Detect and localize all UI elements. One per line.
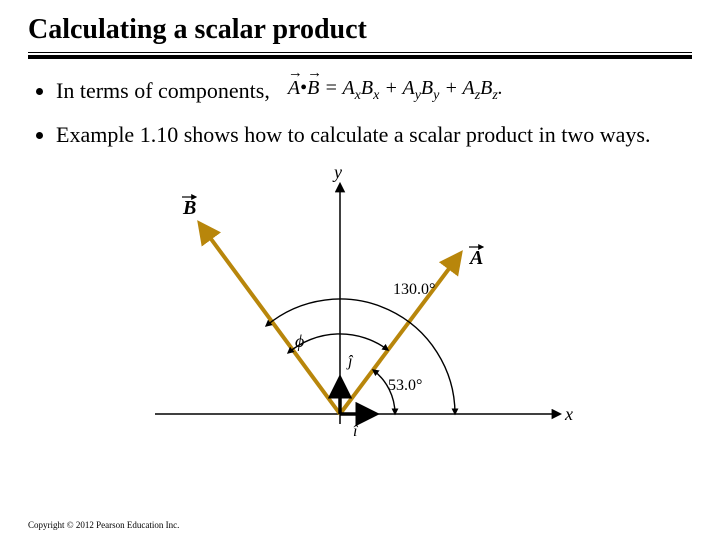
angle-53-label: 53.0°	[388, 377, 422, 394]
vector-diagram: x y A B î ĵ 53.0° ϕ	[140, 164, 580, 464]
unit-j-label: ĵ	[346, 353, 354, 370]
title-rule-thin	[28, 52, 692, 53]
bullet-2: Example 1.10 shows how to calculate a sc…	[56, 120, 692, 150]
x-axis-label: x	[564, 404, 573, 424]
title-rule-thick	[28, 55, 692, 59]
angle-arc-130	[266, 299, 455, 414]
y-axis-label: y	[332, 164, 342, 182]
unit-i-label: î	[353, 423, 359, 440]
bullet-list: In terms of components, A•B = AxBx + AyB…	[28, 75, 692, 150]
angle-130-label: 130.0°	[393, 281, 435, 298]
vector-b-label: B	[182, 197, 196, 219]
vector-a-label: A	[468, 247, 483, 269]
copyright-text: Copyright © 2012 Pearson Education Inc.	[28, 520, 179, 530]
diagram-container: x y A B î ĵ 53.0° ϕ	[28, 164, 692, 464]
slide-title: Calculating a scalar product	[28, 14, 692, 46]
bullet-1: In terms of components, A•B = AxBx + AyB…	[56, 75, 692, 106]
bullet-1-text: In terms of components,	[56, 76, 270, 106]
formula: A•B = AxBx + AyBy + AzBz.	[288, 75, 503, 106]
slide: Calculating a scalar product In terms of…	[0, 0, 720, 540]
vector-b	[200, 224, 340, 414]
angle-phi-label: ϕ	[295, 331, 304, 351]
